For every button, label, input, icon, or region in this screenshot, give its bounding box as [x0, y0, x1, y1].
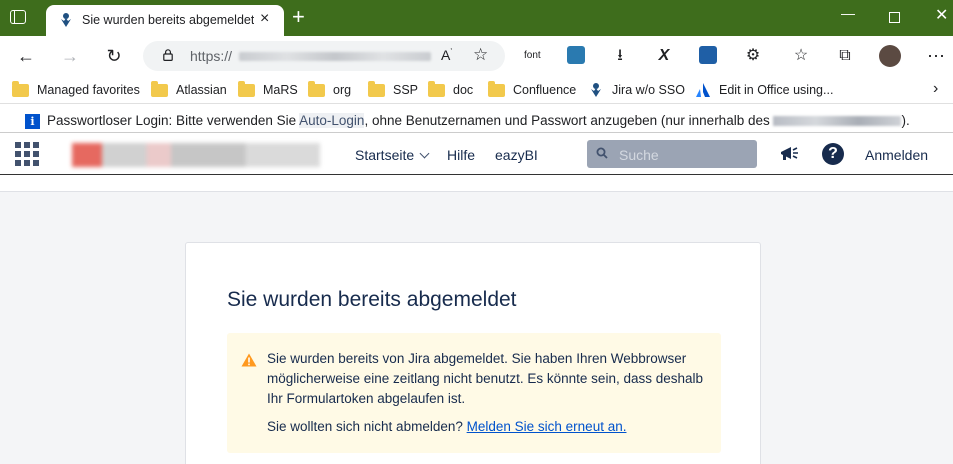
megaphone-icon[interactable] — [778, 144, 800, 164]
folder-icon — [151, 80, 168, 97]
relogin-prompt-text: Sie wollten sich nicht abmelden? — [267, 419, 467, 434]
lock-icon — [163, 49, 173, 61]
bookmark-jira-wo-sso[interactable]: Jira w/o SSO — [588, 81, 685, 99]
search-icon — [596, 147, 608, 159]
jira-favicon-icon — [61, 13, 71, 27]
bookmark-mars[interactable]: MaRS — [238, 80, 298, 99]
nav-eazybi[interactable]: eazyBI — [495, 147, 538, 163]
bookmark-label: SSP — [393, 83, 419, 97]
tab-actions-icon[interactable] — [10, 10, 26, 24]
warning-text: Sie wurden bereits von Jira abgemeldet. … — [267, 351, 704, 406]
back-icon[interactable]: ← — [14, 44, 38, 68]
bookmark-label: org — [333, 83, 352, 97]
download-icon[interactable]: ⭳ — [608, 44, 632, 68]
bookmark-label: Managed favorites — [37, 83, 140, 97]
info-banner: i Passwortloser Login: Bitte verwenden S… — [0, 109, 953, 133]
more-icon[interactable]: ⋯ — [924, 44, 948, 68]
bookmark-label: Atlassian — [176, 83, 227, 97]
jira-header: Startseite Hilfe eazyBI Suche ? Anmelden — [0, 134, 953, 175]
search-input[interactable]: Suche — [587, 140, 757, 168]
warning-message: Sie wurden bereits von Jira abgemeldet. … — [227, 333, 721, 453]
info-text-after: , ohne Benutzernamen und Passwort anzuge… — [364, 113, 774, 128]
font-extension-icon[interactable]: font — [524, 50, 541, 61]
bookmark-label: Jira w/o SSO — [612, 83, 685, 97]
info-text-end: ). — [901, 113, 910, 128]
network-name-redacted — [773, 116, 902, 127]
forward-icon[interactable]: → — [58, 44, 82, 68]
bookmark-doc[interactable]: doc — [428, 80, 474, 99]
login-link[interactable]: Anmelden — [865, 147, 928, 163]
bookmarks-bar: Managed favorites Atlassian MaRS org SSP… — [0, 76, 953, 104]
atlassian-icon — [696, 83, 710, 97]
bookmark-label: Edit in Office using... — [719, 83, 834, 97]
folder-icon — [488, 80, 505, 97]
read-aloud-icon[interactable]: Aʼ — [441, 47, 452, 63]
shield-extension-icon[interactable] — [699, 46, 717, 64]
url-text: https:// — [190, 48, 233, 64]
app-switcher-icon[interactable] — [15, 142, 39, 166]
browser-titlebar: Sie wurden bereits abgemeldet - × + — ✕ — [0, 0, 953, 36]
bookmark-atlassian[interactable]: Atlassian — [151, 80, 227, 99]
logout-card: Sie wurden bereits abgemeldet Sie wurden… — [185, 242, 761, 464]
x-extension-icon[interactable]: X — [652, 44, 676, 68]
relogin-prompt: Sie wollten sich nicht abmelden? Melden … — [267, 419, 626, 434]
bookmark-ssp[interactable]: SSP — [368, 80, 419, 99]
bookmark-org[interactable]: org — [308, 80, 352, 99]
tab-title: Sie wurden bereits abgemeldet - — [82, 13, 254, 27]
site-logo[interactable] — [72, 143, 320, 167]
bookmark-label: Confluence — [513, 83, 577, 97]
chevron-right-icon[interactable]: › — [933, 80, 938, 98]
tab-close-icon[interactable]: × — [260, 11, 269, 27]
jira-icon — [591, 83, 601, 97]
folder-icon — [368, 80, 385, 97]
collections-icon[interactable]: ⧉ — [833, 44, 857, 68]
search-placeholder: Suche — [619, 147, 659, 163]
chevron-down-icon — [419, 148, 430, 159]
url-redacted — [239, 52, 431, 61]
folder-icon — [308, 80, 325, 97]
auto-login-link[interactable]: Auto-Login — [299, 113, 365, 128]
address-bar[interactable]: https:// Aʼ ☆ — [143, 41, 505, 71]
new-tab-button[interactable]: + — [292, 6, 305, 28]
add-favorite-icon[interactable]: ☆ — [473, 45, 488, 65]
extensions-icon[interactable]: ⚙ — [741, 44, 765, 68]
close-window-icon[interactable]: ✕ — [935, 7, 948, 25]
maximize-icon[interactable] — [889, 12, 900, 23]
info-icon: i — [25, 114, 40, 129]
header-gap — [0, 176, 953, 191]
browser-toolbar: ← → ↻ https:// Aʼ ☆ font ⭳ X ⚙ ☆ ⧉ ⋯ — [0, 36, 953, 76]
bookmark-label: doc — [453, 83, 474, 97]
browser-tab[interactable]: Sie wurden bereits abgemeldet - × — [46, 5, 284, 36]
nav-home-label: Startseite — [355, 147, 415, 163]
nav-help[interactable]: Hilfe — [447, 147, 475, 163]
favorites-icon[interactable]: ☆ — [789, 44, 813, 68]
profile-avatar[interactable] — [879, 45, 901, 67]
bookmark-edit-in-office[interactable]: Edit in Office using... — [695, 81, 833, 99]
folder-icon — [428, 80, 445, 97]
folder-icon — [12, 80, 29, 97]
warning-icon — [241, 353, 257, 367]
minimize-icon[interactable]: — — [841, 4, 855, 22]
s-extension-icon[interactable] — [567, 46, 585, 64]
relogin-link[interactable]: Melden Sie sich erneut an. — [467, 419, 627, 434]
nav-home[interactable]: Startseite — [355, 147, 430, 163]
refresh-icon[interactable]: ↻ — [102, 44, 126, 68]
info-text: Passwortloser Login: Bitte verwenden Sie… — [47, 113, 910, 128]
folder-icon — [238, 80, 255, 97]
page-title: Sie wurden bereits abgemeldet — [227, 288, 517, 311]
bookmark-label: MaRS — [263, 83, 298, 97]
bookmark-confluence[interactable]: Confluence — [488, 80, 577, 99]
bookmark-managed-favorites[interactable]: Managed favorites — [12, 80, 140, 99]
help-icon[interactable]: ? — [822, 143, 844, 165]
info-text-before: Passwortloser Login: Bitte verwenden Sie — [47, 113, 300, 128]
